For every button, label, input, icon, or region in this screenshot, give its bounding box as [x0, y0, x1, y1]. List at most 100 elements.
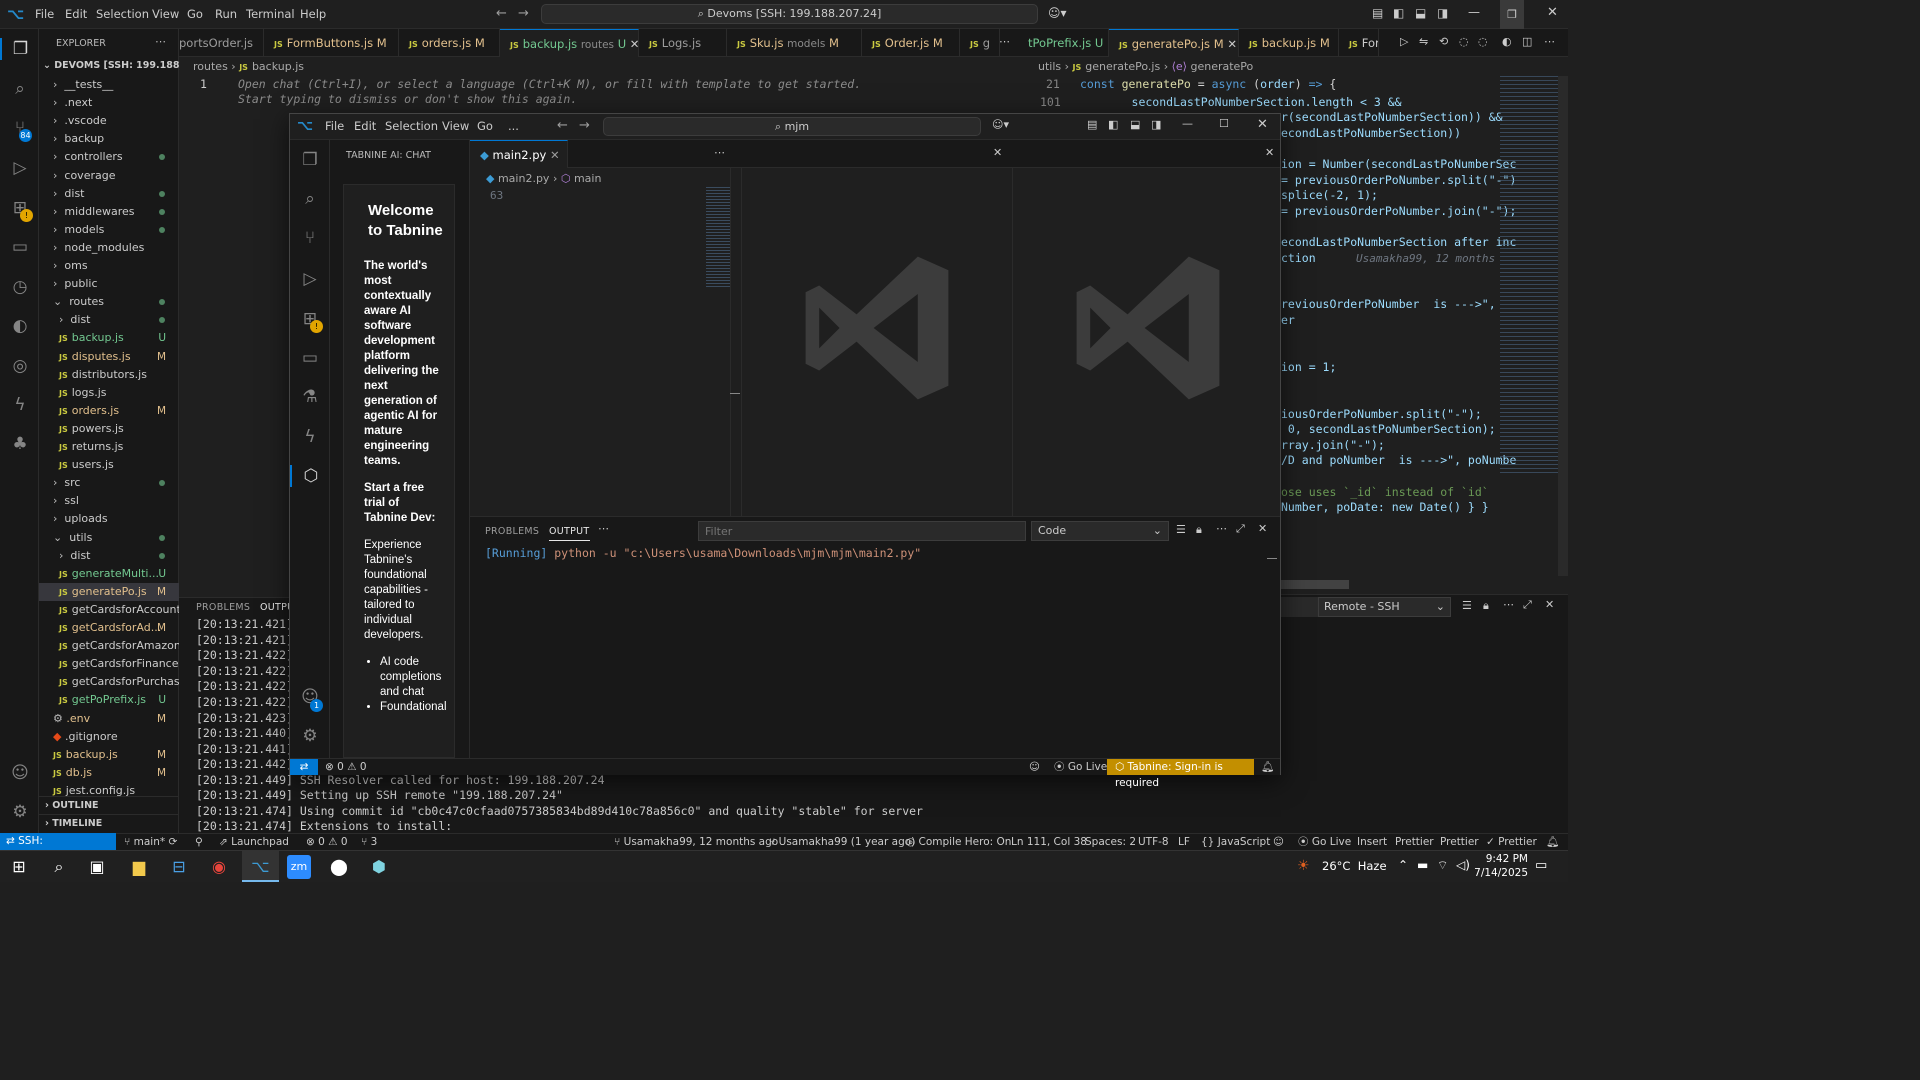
toggle-sidebar-icon[interactable]: ◧	[1393, 6, 1404, 20]
volume-icon[interactable]: ◁)	[1456, 858, 1470, 872]
explorer-root[interactable]: ⌄ DEVOMS [SSH: 199.188.20...	[39, 57, 179, 75]
remote-indicator[interactable]: ⇄	[290, 759, 318, 775]
tree-file[interactable]: JS backup.js U	[39, 329, 179, 347]
toggle-secondary-sidebar-icon[interactable]: ◨	[1151, 118, 1161, 131]
close-editor-icon[interactable]: ✕	[1265, 146, 1274, 159]
tab-output[interactable]: OUTPUT	[549, 526, 590, 541]
front-menu-go[interactable]: Go	[477, 119, 493, 133]
outline-section[interactable]: › OUTLINE	[39, 796, 179, 814]
clock-time[interactable]: 9:42 PM	[1480, 853, 1528, 865]
tree-file[interactable]: JS logs.js	[39, 384, 179, 402]
front-scrollbar[interactable]	[730, 168, 741, 516]
back-arrow-icon[interactable]: ←	[496, 6, 507, 21]
tree-file[interactable]: JS returns.js	[39, 438, 179, 456]
run-debug-icon[interactable]: ▷	[9, 157, 31, 179]
prettier-status-2[interactable]: Prettier	[1440, 834, 1479, 850]
testing-flask-icon[interactable]: ⚗	[299, 386, 321, 408]
tree-file[interactable]: JS db.js M	[39, 764, 179, 782]
tree-folder[interactable]: › .next	[39, 94, 179, 112]
copilot-status-icon[interactable]: ☺	[1273, 834, 1284, 850]
sync-icon[interactable]: ⚲	[195, 834, 203, 850]
golive-status[interactable]: ⦿ Go Live	[1298, 834, 1351, 850]
list-icon[interactable]: ☰	[1176, 523, 1186, 536]
tree-file[interactable]: JS getPoPrefix.js U	[39, 691, 179, 709]
source-control-icon[interactable]: ⑂	[299, 227, 321, 249]
tree-file[interactable]: JSgetCardsforPurchasi...	[39, 673, 179, 691]
store-icon[interactable]: ⊟	[164, 855, 194, 879]
notifications-icon[interactable]: 🔔︎	[1546, 834, 1559, 850]
tree-file[interactable]: JSgetCardsforAccount.js	[39, 601, 179, 619]
run-icon[interactable]: ▷	[1400, 35, 1408, 48]
tree-file[interactable]: JS getCardsforFinance.js	[39, 655, 179, 673]
tree-folder[interactable]: › ssl	[39, 492, 179, 510]
close-icon[interactable]: ✕	[1257, 117, 1268, 132]
compare-icon[interactable]: ⇋	[1419, 35, 1428, 48]
tree-file[interactable]: ◆ .gitignore	[39, 728, 179, 746]
tree-folder[interactable]: › models	[39, 221, 179, 239]
search-icon[interactable]: ⌕	[44, 855, 74, 879]
zoom-icon[interactable]: zm	[287, 855, 311, 879]
output-channel-select[interactable]: Remote - SSH ⌄	[1318, 597, 1451, 617]
tree-folder[interactable]: › src	[39, 474, 179, 492]
gitlens-blame[interactable]: ⑂ Usamakha99, 12 months ago	[614, 834, 778, 850]
close-icon[interactable]: ✕	[1547, 5, 1558, 20]
vscode-taskbar-icon[interactable]: ⌥	[242, 851, 279, 882]
front-menu-file[interactable]: File	[325, 119, 344, 133]
menu-selection[interactable]: Selection	[96, 7, 149, 21]
editor-tab[interactable]: JS FormButtons.js M	[264, 29, 399, 57]
tabnine-icon[interactable]: ⬡	[290, 465, 330, 487]
lock-icon[interactable]: 🔒︎	[1483, 599, 1489, 613]
menu-view[interactable]: View	[152, 7, 179, 21]
front-breadcrumb[interactable]: ◆ main2.py › ⬡ main	[486, 172, 601, 185]
front-search[interactable]: ⌕ mjm	[603, 117, 981, 136]
editor-tab[interactable]: JS backup.js routes U ✕	[500, 29, 639, 57]
close-tab-icon[interactable]: ✕	[630, 37, 638, 51]
toggle-panel-icon[interactable]: ⬓	[1130, 118, 1140, 131]
tree-folder[interactable]: › dist	[39, 547, 179, 565]
account-icon[interactable]: ☺	[9, 762, 31, 784]
front-minimap[interactable]	[706, 187, 730, 287]
close-panel-icon[interactable]: ✕	[1258, 522, 1267, 535]
remote-explorer-icon[interactable]: ▭	[9, 236, 31, 258]
insert-mode[interactable]: Insert	[1357, 834, 1387, 850]
weather-text[interactable]: 26°C Haze	[1322, 859, 1387, 873]
network-icon[interactable]: ▬	[1417, 858, 1428, 872]
maximize-icon[interactable]: ⤢	[1236, 522, 1245, 536]
windows-start-icon[interactable]: ⊞	[4, 855, 34, 879]
editor-tab[interactable]: JS generatePo.js M ✕	[1109, 29, 1239, 57]
chrome-icon[interactable]: ◉	[204, 855, 234, 879]
editor-tab[interactable]: JS For	[1339, 29, 1379, 57]
tree-file[interactable]: JS generatePo.js M	[39, 582, 179, 601]
chevron-up-icon[interactable]: ⌃	[1398, 858, 1408, 872]
search-icon[interactable]: ⌕	[299, 188, 321, 210]
clock-date[interactable]: 7/14/2025	[1473, 867, 1528, 879]
editor-tab[interactable]: JS Logs.js	[639, 29, 727, 57]
tree-file[interactable]: JS disputes.js M	[39, 348, 179, 366]
timeline-icon[interactable]: ◷	[9, 276, 31, 298]
tree-folder[interactable]: › controllers	[39, 148, 179, 166]
tree-folder[interactable]: ⌄ utils	[39, 529, 179, 547]
front-menu-edit[interactable]: Edit	[354, 119, 376, 133]
maximize-icon[interactable]: ⤢	[1523, 598, 1532, 612]
menu-terminal[interactable]: Terminal	[246, 7, 295, 21]
menu-help[interactable]: Help	[300, 7, 326, 21]
task-view-icon[interactable]: ▣	[82, 855, 112, 879]
tree-file[interactable]: JSgetCardsforAmazon.js	[39, 637, 179, 655]
forward-arrow-icon[interactable]: →	[579, 118, 590, 133]
gitlens-icon[interactable]: ◐	[9, 315, 31, 337]
tree-file[interactable]: JS backup.js M	[39, 746, 179, 764]
circle-icon-2[interactable]: ◌	[1478, 35, 1488, 48]
tree-folder[interactable]: › middlewares	[39, 203, 179, 221]
close-panel-icon[interactable]: ✕	[1545, 598, 1554, 611]
close-tab-icon[interactable]: ✕	[550, 141, 560, 168]
more-actions-icon[interactable]: ⋯	[714, 146, 725, 159]
compile-hero[interactable]: ◎ Compile Hero: On	[906, 834, 1011, 850]
front-menu-selection[interactable]: Selection	[385, 119, 438, 133]
search-icon[interactable]: ⌕	[9, 78, 31, 100]
launchpad-status[interactable]: ⇗ Launchpad	[219, 834, 289, 850]
cursor-position[interactable]: Ln 111, Col 38	[1011, 834, 1087, 850]
lock-icon[interactable]: 🔒︎	[1196, 523, 1202, 537]
menu-edit[interactable]: Edit	[65, 7, 87, 21]
tree-folder[interactable]: › __tests__	[39, 76, 179, 94]
language-status[interactable]: {} JavaScript	[1201, 834, 1270, 850]
